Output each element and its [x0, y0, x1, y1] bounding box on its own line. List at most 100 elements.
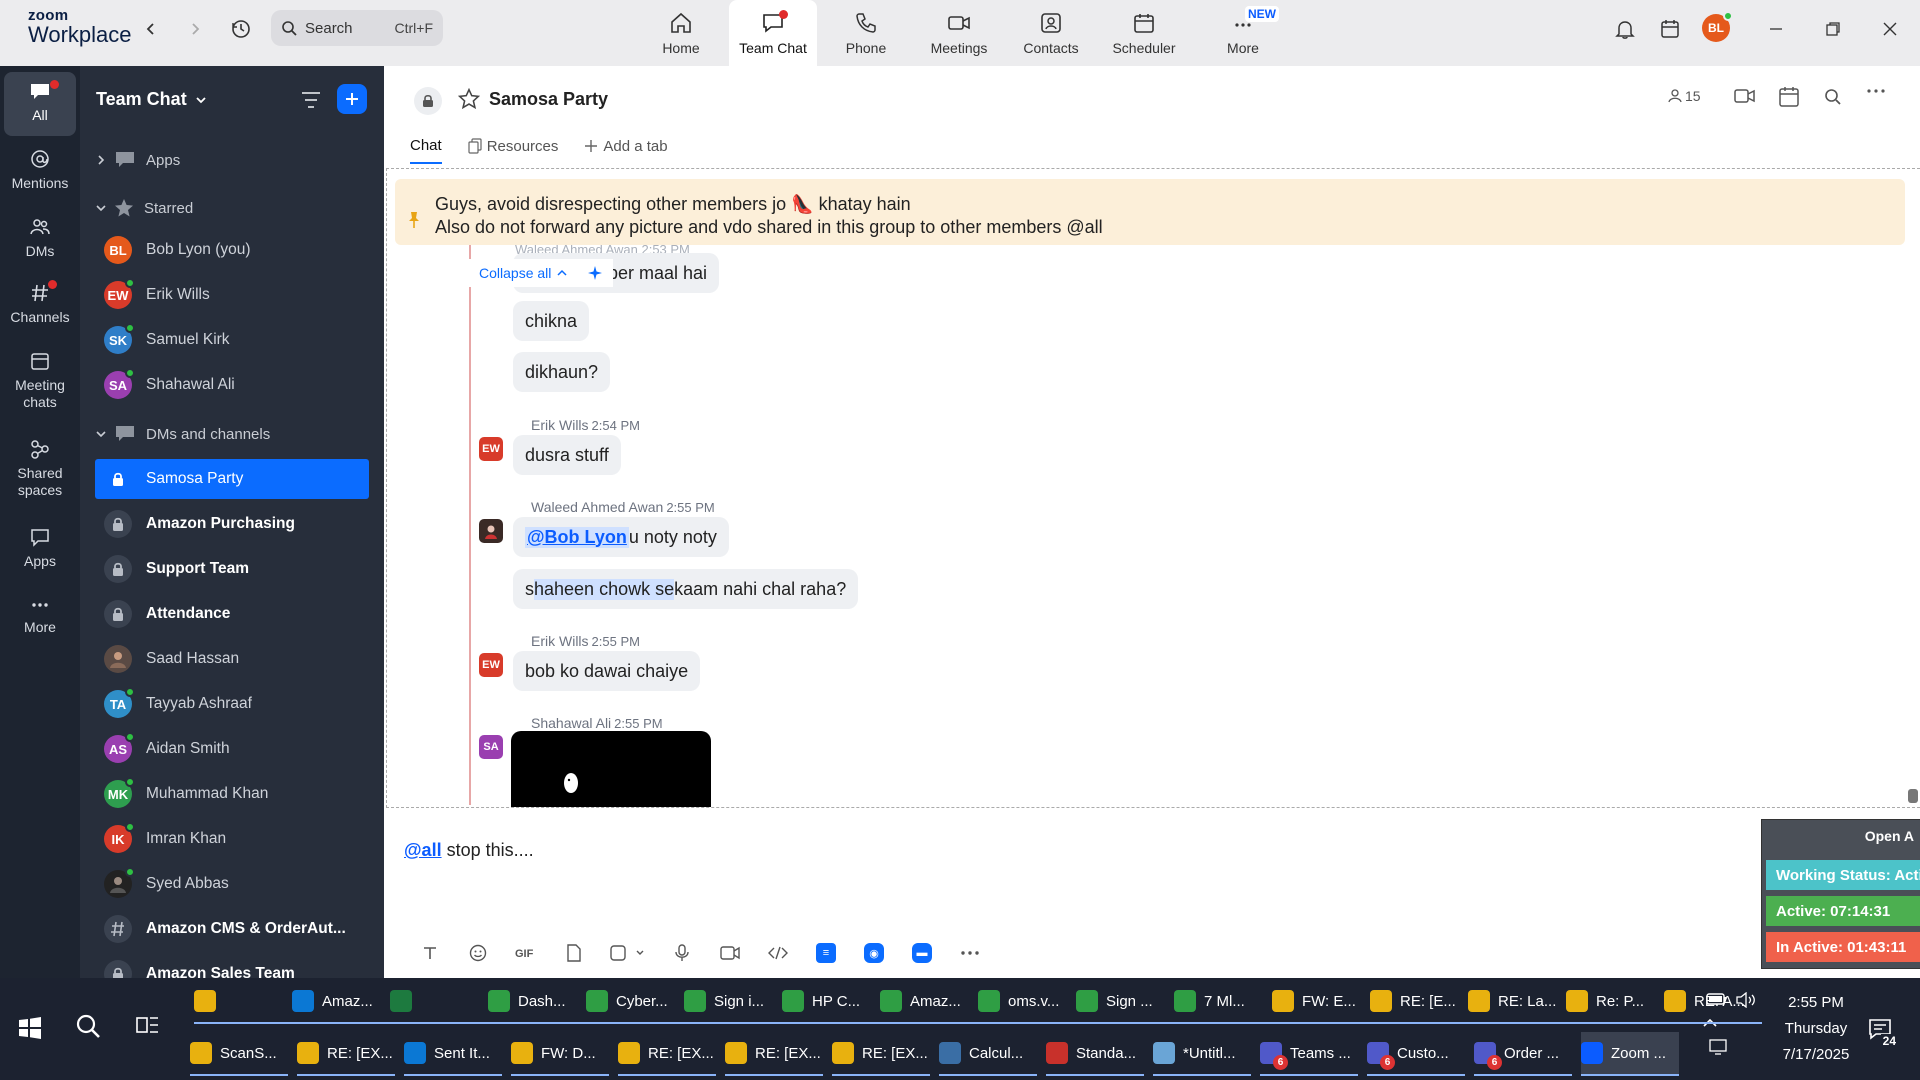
sidebar-title[interactable]: Team Chat: [96, 89, 207, 110]
tab-chat[interactable]: Chat: [410, 134, 442, 164]
filter-icon[interactable]: [300, 90, 322, 110]
channel-amazon-cms[interactable]: Amazon CMS & OrderAut...: [95, 909, 369, 949]
message-input[interactable]: @all stop this....: [404, 840, 534, 861]
user-mention[interactable]: @Bob Lyon: [525, 526, 629, 548]
nav-contacts[interactable]: Contacts: [1007, 0, 1095, 66]
taskbar-item[interactable]: RE: [EX...: [832, 1032, 930, 1076]
starred-item-shahawal-ali[interactable]: SA Shahawal Ali: [95, 365, 369, 405]
widget-open-button[interactable]: Open A: [1865, 828, 1920, 844]
taskbar-item[interactable]: Sent It...: [404, 1032, 502, 1076]
network-icon[interactable]: [1708, 1038, 1730, 1056]
calendar-icon[interactable]: [1778, 86, 1800, 108]
rail-more[interactable]: More: [4, 596, 76, 636]
taskbar-item[interactable]: Sign ...: [1076, 980, 1174, 1024]
avatar[interactable]: EW: [479, 653, 503, 677]
close-icon[interactable]: [1877, 16, 1903, 42]
dm-syed-abbas[interactable]: Syed Abbas: [95, 864, 369, 904]
more-icon[interactable]: [946, 950, 994, 956]
tab-resources[interactable]: Resources: [468, 134, 558, 164]
rail-mentions[interactable]: Mentions: [4, 148, 76, 192]
taskbar-item[interactable]: [194, 980, 292, 1024]
members-button[interactable]: 15: [1668, 88, 1701, 104]
taskbar-item[interactable]: Zoom ...: [1581, 1032, 1679, 1076]
message-list[interactable]: Guys, avoid disrespecting other members …: [386, 168, 1920, 808]
nav-more[interactable]: NEW More: [1199, 0, 1287, 66]
channel-title[interactable]: Samosa Party: [489, 89, 608, 110]
video-call-icon[interactable]: [1734, 88, 1756, 104]
rail-apps[interactable]: Apps: [4, 526, 76, 570]
group-dms-channels[interactable]: DMs and channels: [94, 424, 270, 444]
calendar-icon[interactable]: [1656, 15, 1684, 43]
message-bubble[interactable]: s haheen chowk se kaam nahi chal raha?: [513, 569, 859, 609]
nav-home[interactable]: Home: [637, 0, 725, 66]
taskbar-item[interactable]: Calcul...: [939, 1032, 1037, 1076]
taskbar-item[interactable]: HP C...: [782, 980, 880, 1024]
avatar[interactable]: SA: [479, 735, 503, 759]
avatar[interactable]: EW: [479, 437, 503, 461]
taskbar-item[interactable]: RE: La...: [1468, 980, 1566, 1024]
microphone-icon[interactable]: [658, 944, 706, 962]
rail-all[interactable]: All: [4, 72, 76, 136]
notification-center-icon[interactable]: 24: [1868, 1018, 1898, 1048]
message-bubble[interactable]: @Bob Lyon u noty noty: [513, 517, 729, 557]
nav-scheduler[interactable]: Scheduler: [1100, 0, 1188, 66]
taskbar-item[interactable]: FW: E...: [1272, 980, 1370, 1024]
dm-saad-hassan[interactable]: Saad Hassan: [95, 639, 369, 679]
taskbar-item[interactable]: RE: A...: [1664, 980, 1762, 1024]
app-icon-3[interactable]: ▬: [898, 943, 946, 963]
dm-muhammad-khan[interactable]: MK Muhammad Khan: [95, 774, 369, 814]
taskbar-item[interactable]: RE: [EX...: [725, 1032, 823, 1076]
rail-channels[interactable]: Channels: [4, 280, 76, 326]
app-icon-2[interactable]: ◉: [850, 943, 898, 963]
working-status-widget[interactable]: Open A Working Status: Acti Active: 07:1…: [1761, 819, 1920, 969]
taskbar-item[interactable]: oms.v...: [978, 980, 1076, 1024]
pinned-message[interactable]: Guys, avoid disrespecting other members …: [395, 179, 1905, 245]
search-icon[interactable]: [74, 1012, 102, 1040]
taskbar-item[interactable]: Re: P...: [1566, 980, 1664, 1024]
group-apps[interactable]: Apps: [94, 150, 180, 170]
rail-shared-spaces[interactable]: Shared spaces: [4, 438, 76, 499]
taskbar-item[interactable]: Amaz...: [880, 980, 978, 1024]
group-starred[interactable]: Starred: [94, 198, 193, 218]
user-avatar[interactable]: BL: [1702, 11, 1733, 42]
taskbar-item[interactable]: 7 Ml...: [1174, 980, 1272, 1024]
starred-item-samuel-kirk[interactable]: SK Samuel Kirk: [95, 320, 369, 360]
windows-start-icon[interactable]: [18, 1016, 42, 1040]
taskbar-item[interactable]: RE: [EX...: [618, 1032, 716, 1076]
restore-icon[interactable]: [1820, 16, 1846, 42]
nav-phone[interactable]: Phone: [822, 0, 910, 66]
taskbar-item[interactable]: 6 Custo...: [1367, 1032, 1465, 1076]
taskbar-item[interactable]: RE: [EX...: [297, 1032, 395, 1076]
minimize-icon[interactable]: [1763, 16, 1789, 42]
bell-icon[interactable]: [1611, 15, 1639, 43]
taskbar-item[interactable]: Amaz...: [292, 980, 390, 1024]
file-icon[interactable]: [550, 944, 598, 962]
text-format-icon[interactable]: [406, 945, 454, 961]
dm-tayyab-ashraaf[interactable]: TA Tayyab Ashraaf: [95, 684, 369, 724]
code-icon[interactable]: [754, 946, 802, 960]
taskbar-item[interactable]: FW: D...: [511, 1032, 609, 1076]
screenshot-icon[interactable]: [598, 944, 658, 962]
message-bubble[interactable]: bob ko dawai chaiye: [513, 651, 701, 691]
tab-add[interactable]: Add a tab: [584, 134, 668, 164]
new-chat-button[interactable]: [337, 84, 367, 114]
search-input[interactable]: Search Ctrl+F: [271, 10, 443, 46]
dm-aidan-smith[interactable]: AS Aidan Smith: [95, 729, 369, 769]
forward-icon[interactable]: [181, 15, 209, 43]
channel-attendance[interactable]: Attendance: [95, 594, 369, 634]
starred-item-bob-lyon[interactable]: BL Bob Lyon (you): [95, 230, 369, 270]
message-bubble[interactable]: dikhaun?: [513, 352, 611, 392]
system-clock[interactable]: 2:55 PM Thursday 7/17/2025: [1778, 990, 1854, 1068]
taskbar-item[interactable]: *Untitl...: [1153, 1032, 1251, 1076]
task-view-icon[interactable]: [136, 1014, 160, 1036]
gif-icon[interactable]: GIF: [502, 946, 550, 960]
taskbar-item[interactable]: Dash...: [488, 980, 586, 1024]
emoji-icon[interactable]: [454, 944, 502, 962]
scrollbar-thumb[interactable]: [1908, 789, 1918, 803]
message-bubble[interactable]: chikna: [513, 301, 590, 341]
avatar[interactable]: [479, 519, 503, 543]
star-icon[interactable]: [458, 88, 480, 110]
more-options-icon[interactable]: [1866, 88, 1886, 94]
message-bubble[interactable]: dusra stuff: [513, 435, 621, 475]
back-icon[interactable]: [137, 15, 165, 43]
